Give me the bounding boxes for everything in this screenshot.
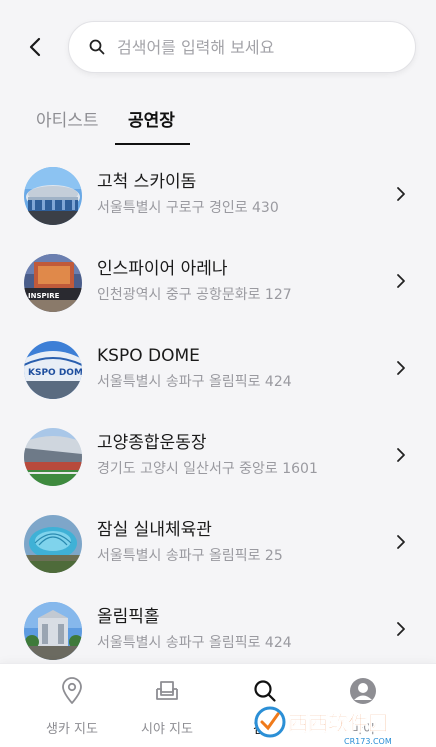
search-icon [89, 39, 105, 55]
venue-thumbnail: INSPIRE [24, 253, 82, 312]
venue-name: 고양종합운동장 [97, 433, 207, 453]
nav-label: 시야 지도 [141, 722, 193, 737]
chevron-right-icon [397, 535, 405, 549]
chevron-right-icon [397, 187, 405, 201]
tab-venue[interactable]: 공연장 [128, 106, 175, 131]
active-tab-indicator [115, 143, 190, 145]
list-item[interactable]: 올림픽홀 서울특별시 송파구 올림픽로 424 [0, 587, 436, 663]
venue-address: 서울특별시 송파구 올림픽로 424 [97, 635, 292, 651]
location-pin-icon [62, 677, 82, 704]
watermark-logo: 西西软件园 CR173.COM [252, 700, 436, 747]
venue-list: 고척 스카이돔 서울특별시 구로구 경인로 430 INSPIRE 인스파이어 … [0, 152, 436, 663]
venue-name: KSPO DOME [97, 346, 200, 366]
venue-thumbnail [24, 514, 82, 573]
seat-icon [156, 681, 178, 700]
venue-thumbnail [24, 166, 82, 225]
watermark-text: 西西软件园 [288, 711, 388, 735]
venue-address: 경기도 고양시 일산서구 중앙로 1601 [97, 461, 318, 477]
chevron-left-icon [29, 37, 41, 57]
list-item[interactable]: 고양종합운동장 경기도 고양시 일산서구 중앙로 1601 [0, 413, 436, 500]
venue-thumbnail [24, 601, 82, 660]
venue-thumbnail [24, 427, 82, 486]
venue-address: 서울특별시 구로구 경인로 430 [97, 200, 279, 216]
list-item[interactable]: 잠실 실내체육관 서울특별시 송파구 올림픽로 25 [0, 500, 436, 587]
inspire-sign: INSPIRE [28, 292, 60, 300]
nav-seat-map[interactable]: 시야 지도 [122, 676, 212, 737]
venue-address: 서울특별시 송파구 올림픽로 25 [97, 548, 283, 564]
search-bar[interactable] [68, 21, 416, 73]
venue-name: 고척 스카이돔 [97, 172, 197, 192]
venue-address: 인천광역시 중구 공항문화로 127 [97, 287, 292, 303]
tab-artist[interactable]: 아티스트 [36, 106, 99, 131]
header [0, 0, 436, 96]
venue-name: 인스파이어 아레나 [97, 259, 228, 279]
chevron-right-icon [397, 274, 405, 288]
venue-address: 서울특별시 송파구 올림픽로 424 [97, 374, 292, 390]
chevron-right-icon [397, 361, 405, 375]
nav-cafe-map[interactable]: 생카 지도 [27, 676, 117, 737]
list-item[interactable]: KSPO DOME KSPO DOME 서울특별시 송파구 올림픽로 424 [0, 326, 436, 413]
list-item[interactable]: INSPIRE 인스파이어 아레나 인천광역시 중구 공항문화로 127 [0, 239, 436, 326]
venue-name: 올림픽홀 [97, 607, 160, 627]
venue-thumbnail: KSPO DOME [24, 340, 82, 399]
tab-bar: 아티스트 공연장 [0, 100, 436, 146]
kspo-sign: KSPO DOME [28, 368, 82, 378]
back-button[interactable] [20, 32, 50, 62]
chevron-right-icon [397, 448, 405, 462]
list-item[interactable]: 고척 스카이돔 서울특별시 구로구 경인로 430 [0, 152, 436, 239]
venue-name: 잠실 실내체육관 [97, 520, 212, 540]
watermark-subtext: CR173.COM [344, 737, 392, 746]
nav-label: 생카 지도 [46, 722, 98, 737]
chevron-right-icon [397, 622, 405, 636]
search-input[interactable] [117, 37, 377, 57]
